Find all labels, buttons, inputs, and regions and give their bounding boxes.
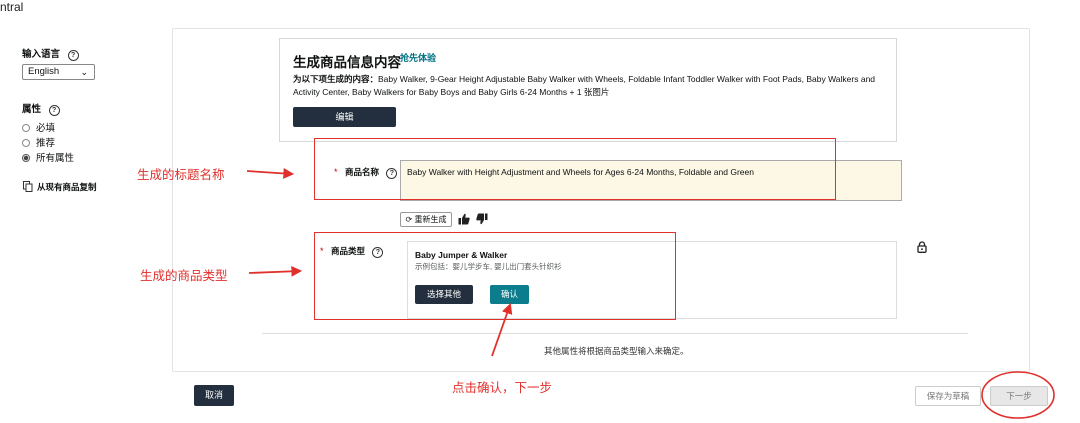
arrow-to-title bbox=[246, 168, 295, 179]
arrow-to-confirm bbox=[491, 302, 513, 357]
annotation-arrows bbox=[246, 168, 1055, 419]
arrow-to-type bbox=[248, 265, 303, 277]
annotation-circle-next bbox=[981, 371, 1055, 419]
